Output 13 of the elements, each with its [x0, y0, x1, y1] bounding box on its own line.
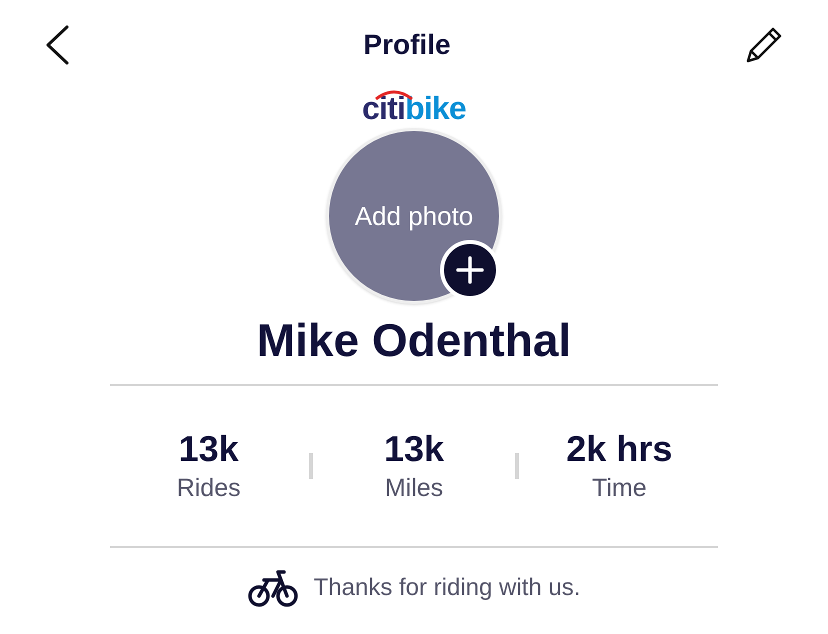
stat-value: 13k: [384, 427, 444, 472]
bicycle-icon: [248, 568, 298, 608]
page-title: Profile: [363, 28, 451, 62]
stat-label: Miles: [384, 473, 444, 504]
citi-bike-logo: citibike: [362, 90, 466, 124]
stat-label: Rides: [176, 473, 241, 504]
user-name: Mike Odenthal: [256, 313, 572, 368]
back-icon[interactable]: [44, 25, 70, 65]
thanks-message: Thanks for riding with us.: [314, 572, 580, 602]
stat-value: 13k: [178, 427, 239, 472]
add-photo-button[interactable]: Add photo: [326, 128, 502, 304]
stat-label: Time: [592, 473, 647, 504]
stat-value: 2k hrs: [566, 427, 672, 472]
